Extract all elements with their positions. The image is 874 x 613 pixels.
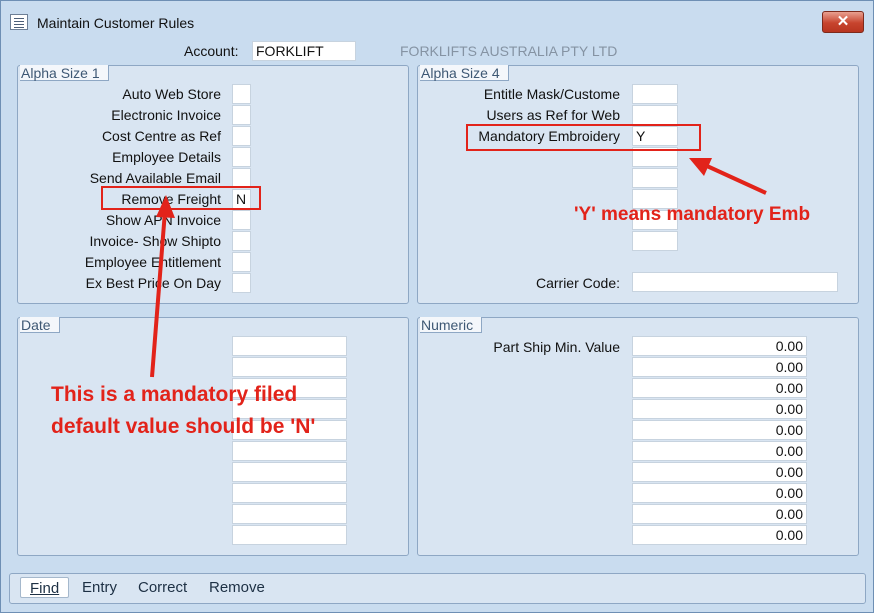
- freight-arrow-line: [150, 210, 167, 378]
- annotation-arrows: [150, 158, 767, 378]
- freight-annotation-line1: This is a mandatory filed: [51, 383, 298, 406]
- freight-annotation-line2: default value should be 'N': [51, 415, 316, 438]
- main-window: Maintain Customer Rules ✕ Account: FORKL…: [0, 0, 874, 613]
- freight-arrow-head: [156, 195, 175, 218]
- embroidery-annotation: 'Y' means mandatory Emb: [574, 204, 811, 225]
- embroidery-arrow-line: [706, 164, 767, 195]
